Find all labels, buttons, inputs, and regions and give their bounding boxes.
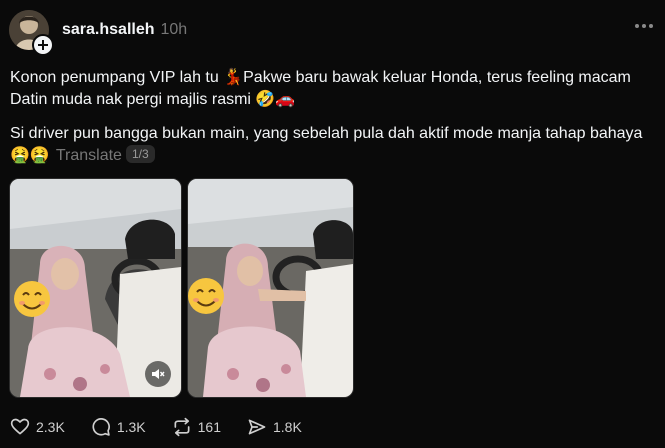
post-body: Konon penumpang VIP lah tu 💃Pakwe baru b…	[10, 67, 660, 179]
post-time: 10h	[160, 21, 188, 38]
media-video-1[interactable]	[9, 178, 182, 398]
post-header: sara.hsalleh 10h	[62, 21, 187, 39]
share-button[interactable]: 1.8K	[247, 417, 302, 437]
like-count: 2.3K	[36, 419, 65, 435]
post-actions: 2.3K 1.3K 161 1.8K	[10, 417, 302, 437]
comment-count: 1.3K	[116, 419, 146, 435]
heart-icon	[10, 418, 30, 435]
comment-icon	[92, 418, 110, 436]
more-dots-icon	[635, 24, 639, 28]
video-thumbnail-2	[188, 179, 353, 397]
repost-button[interactable]: 161	[172, 417, 221, 437]
media-page-indicator: 1/3	[125, 145, 155, 163]
share-count: 1.8K	[272, 419, 302, 435]
like-button[interactable]: 2.3K	[10, 417, 65, 437]
comment-button[interactable]: 1.3K	[91, 417, 146, 437]
follow-button[interactable]	[32, 34, 54, 56]
translate-link[interactable]: Translate	[56, 147, 122, 164]
avatar-container[interactable]	[9, 10, 54, 56]
media-video-2[interactable]	[187, 178, 354, 398]
repost-count: 161	[197, 419, 221, 435]
mute-icon	[152, 369, 165, 379]
post-paragraph-2: Si driver pun bangga bukan main, yang se…	[10, 123, 660, 167]
more-options-button[interactable]	[635, 24, 653, 28]
username-link[interactable]: sara.hsalleh	[62, 21, 155, 39]
repost-icon	[174, 417, 190, 437]
post-paragraph-1: Konon penumpang VIP lah tu 💃Pakwe baru b…	[10, 69, 631, 108]
plus-icon	[38, 40, 48, 50]
send-icon	[248, 419, 266, 435]
mute-button[interactable]	[145, 361, 171, 387]
